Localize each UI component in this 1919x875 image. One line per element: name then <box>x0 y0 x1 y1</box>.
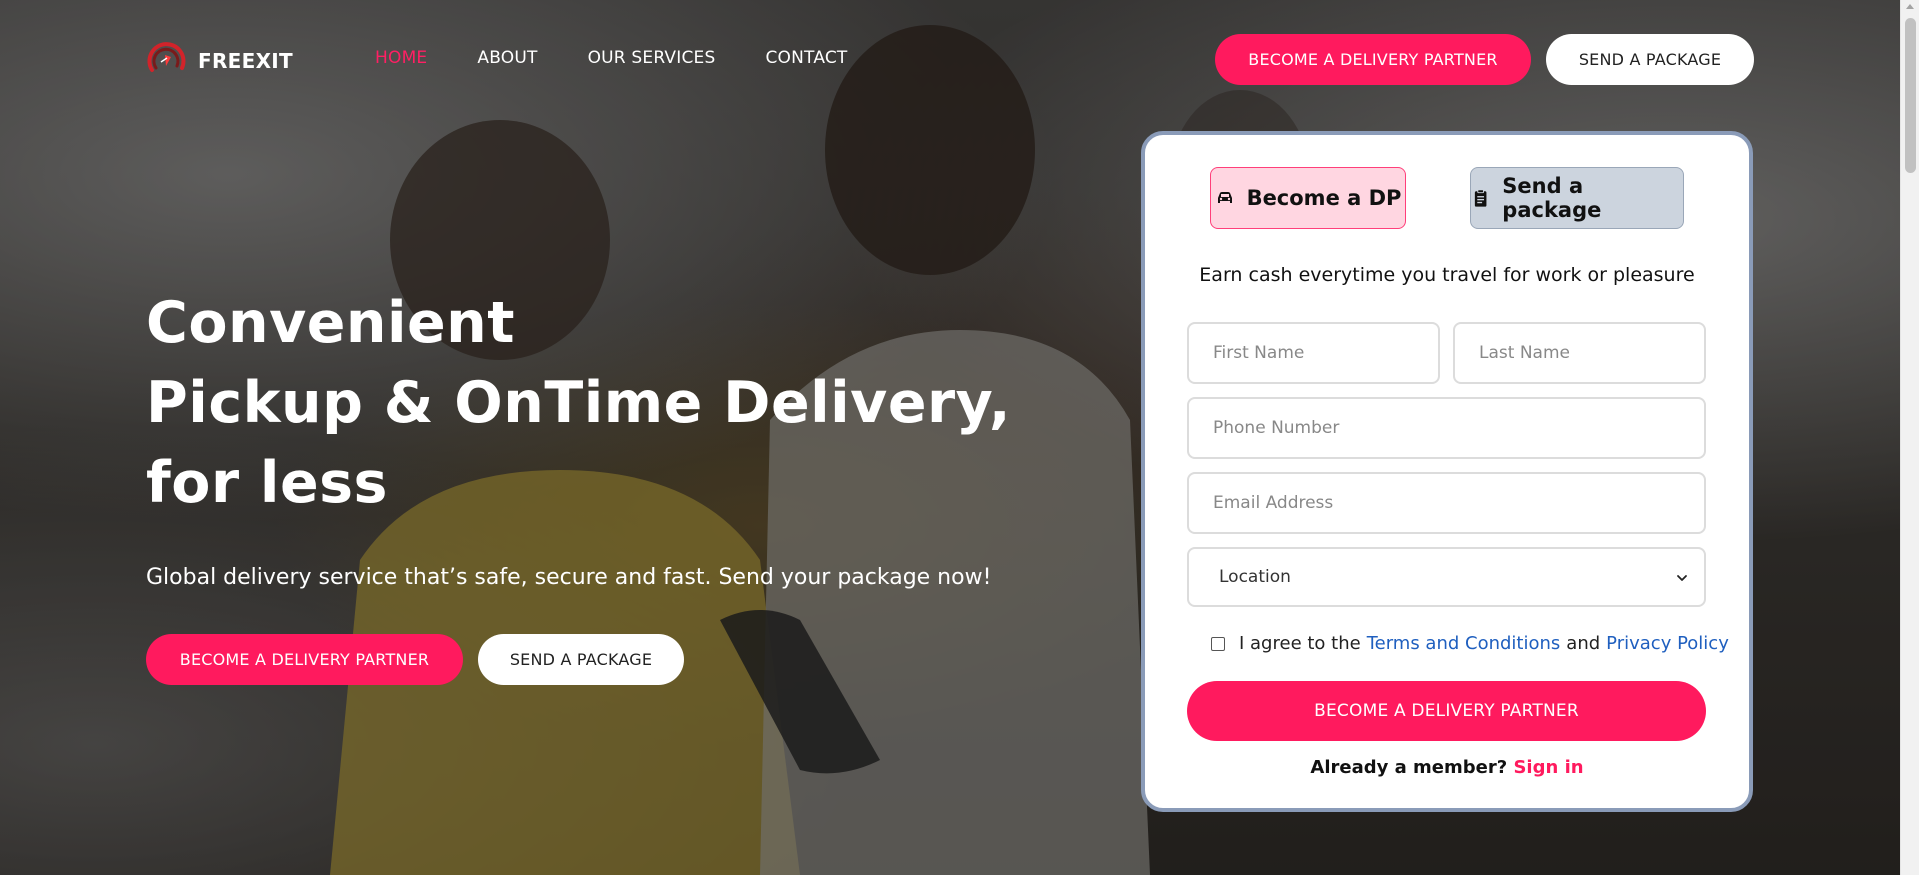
nav-links: HOME ABOUT OUR SERVICES CONTACT <box>375 48 848 68</box>
terms-checkbox[interactable] <box>1211 636 1225 651</box>
agree-and-text: and <box>1566 633 1601 654</box>
phone-number-input[interactable]: Phone Number <box>1187 397 1706 459</box>
sign-in-link[interactable]: Sign in <box>1513 757 1583 778</box>
submit-become-partner-button[interactable]: BECOME A DELIVERY PARTNER <box>1187 681 1706 741</box>
chevron-down-icon <box>1677 575 1687 581</box>
nav-send-package-button[interactable]: SEND A PACKAGE <box>1546 34 1754 85</box>
logo[interactable]: FREEXIT <box>146 40 293 82</box>
nav-become-partner-button[interactable]: BECOME A DELIVERY PARTNER <box>1215 34 1531 85</box>
nav-link-contact[interactable]: CONTACT <box>765 48 847 68</box>
terms-agreement: I agree to the Terms and Conditions and … <box>1211 633 1729 654</box>
agree-prefix-text: I agree to the <box>1239 633 1361 654</box>
terms-and-conditions-link[interactable]: Terms and Conditions <box>1367 633 1561 654</box>
location-select[interactable]: Location <box>1187 547 1706 607</box>
nav-link-home[interactable]: HOME <box>375 48 427 68</box>
page: FREEXIT HOME ABOUT OUR SERVICES CONTACT … <box>0 0 1919 875</box>
email-address-input[interactable]: Email Address <box>1187 472 1706 534</box>
hero-title-line-2: Pickup & OnTime Delivery, <box>146 370 1011 436</box>
location-select-value: Location <box>1219 567 1291 587</box>
signup-form-card: Become a DP Send a package Earn cash eve… <box>1141 131 1753 812</box>
tab-become-dp-label: Become a DP <box>1246 186 1402 210</box>
scrollbar-thumb[interactable] <box>1905 18 1916 173</box>
already-member-row: Already a member? Sign in <box>1145 757 1749 778</box>
hero-send-package-button[interactable]: SEND A PACKAGE <box>478 634 684 685</box>
hero-become-partner-button[interactable]: BECOME A DELIVERY PARTNER <box>146 634 463 685</box>
last-name-input[interactable]: Last Name <box>1453 322 1706 384</box>
hero-subtitle: Global delivery service that’s safe, sec… <box>146 565 992 590</box>
tab-become-dp[interactable]: Become a DP <box>1210 167 1406 229</box>
car-icon <box>1217 192 1232 203</box>
top-navigation: FREEXIT HOME ABOUT OUR SERVICES CONTACT … <box>0 0 1900 120</box>
nav-link-our-services[interactable]: OUR SERVICES <box>588 48 716 68</box>
form-tabs: Become a DP Send a package <box>1210 167 1685 229</box>
clipboard-icon <box>1474 189 1487 207</box>
already-member-text: Already a member? <box>1310 757 1508 778</box>
privacy-policy-link[interactable]: Privacy Policy <box>1606 633 1729 654</box>
hero-title: Convenient Pickup & OnTime Delivery, for… <box>146 283 1011 523</box>
logo-text: FREEXIT <box>198 49 293 73</box>
form-tagline: Earn cash everytime you travel for work … <box>1199 264 1695 286</box>
page-scrollbar[interactable] <box>1900 0 1919 875</box>
hero-buttons: BECOME A DELIVERY PARTNER SEND A PACKAGE <box>146 634 1011 685</box>
first-name-input[interactable]: First Name <box>1187 322 1440 384</box>
hero-title-line-1: Convenient <box>146 290 515 356</box>
tab-send-package-label: Send a package <box>1502 174 1602 222</box>
tab-send-package[interactable]: Send a package <box>1470 167 1684 229</box>
freexit-logo-icon <box>147 42 186 72</box>
hero-content: Convenient Pickup & OnTime Delivery, for… <box>146 283 1011 685</box>
nav-link-about[interactable]: ABOUT <box>477 48 537 68</box>
scroll-up-arrow-icon[interactable] <box>1906 4 1914 9</box>
hero-title-line-3: for less <box>146 450 388 516</box>
